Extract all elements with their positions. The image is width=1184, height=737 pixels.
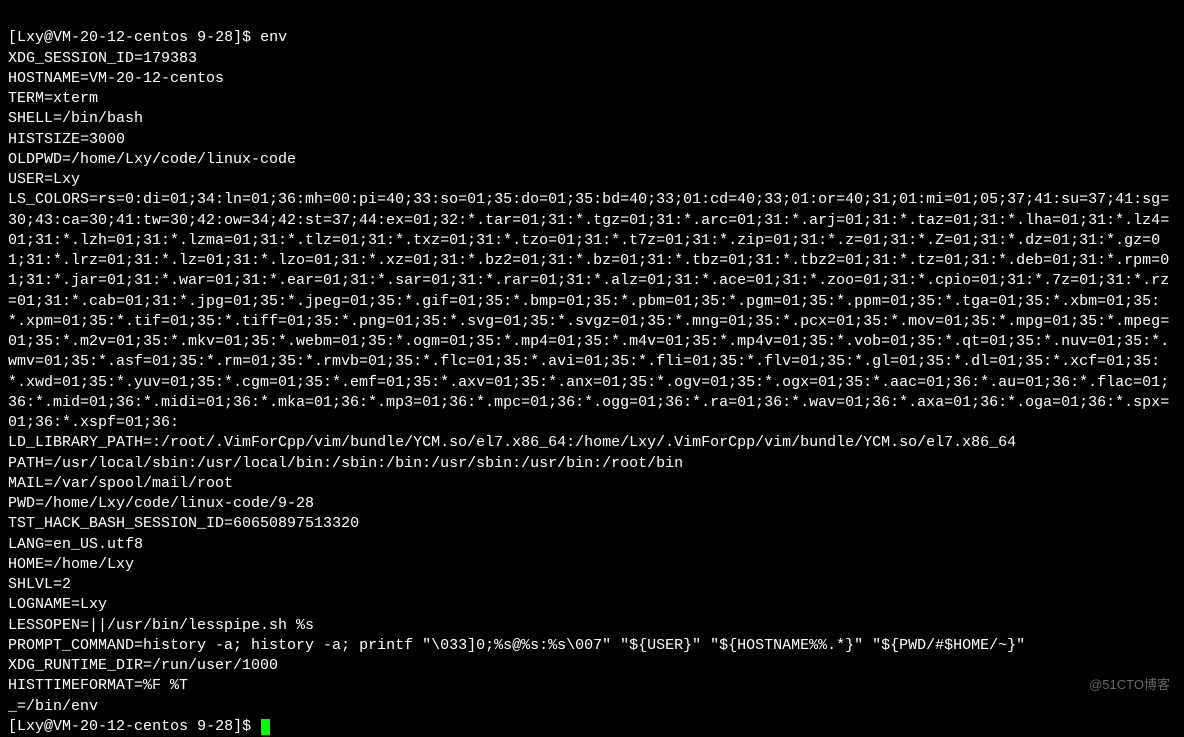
terminal-output[interactable]: [Lxy@VM-20-12-centos 9-28]$ env XDG_SESS…: [8, 8, 1176, 737]
env-var: HOSTNAME=VM-20-12-centos: [8, 69, 1176, 89]
env-var: _=/bin/env: [8, 697, 1176, 717]
env-var: LESSOPEN=||/usr/bin/lesspipe.sh %s: [8, 616, 1176, 636]
command-input: env: [260, 29, 287, 46]
env-var: LOGNAME=Lxy: [8, 595, 1176, 615]
env-var: HISTSIZE=3000: [8, 130, 1176, 150]
env-var: TERM=xterm: [8, 89, 1176, 109]
env-var: PWD=/home/Lxy/code/linux-code/9-28: [8, 494, 1176, 514]
env-var: XDG_SESSION_ID=179383: [8, 49, 1176, 69]
env-var: USER=Lxy: [8, 170, 1176, 190]
env-var: XDG_RUNTIME_DIR=/run/user/1000: [8, 656, 1176, 676]
env-var: LS_COLORS=rs=0:di=01;34:ln=01;36:mh=00:p…: [8, 190, 1176, 433]
prompt-line-1: [Lxy@VM-20-12-centos 9-28]$ env: [8, 29, 287, 46]
watermark-text: @51CTO博客: [1089, 676, 1170, 694]
env-var: SHELL=/bin/bash: [8, 109, 1176, 129]
env-var: TST_HACK_BASH_SESSION_ID=60650897513320: [8, 514, 1176, 534]
env-var: PROMPT_COMMAND=history -a; history -a; p…: [8, 636, 1176, 656]
env-var: PATH=/usr/local/sbin:/usr/local/bin:/sbi…: [8, 454, 1176, 474]
env-var: HOME=/home/Lxy: [8, 555, 1176, 575]
cursor-icon: [261, 719, 270, 735]
env-var: MAIL=/var/spool/mail/root: [8, 474, 1176, 494]
env-var: LANG=en_US.utf8: [8, 535, 1176, 555]
env-var: OLDPWD=/home/Lxy/code/linux-code: [8, 150, 1176, 170]
env-var: LD_LIBRARY_PATH=:/root/.VimForCpp/vim/bu…: [8, 433, 1176, 453]
env-var: HISTTIMEFORMAT=%F %T: [8, 676, 1176, 696]
prompt-line-2: [Lxy@VM-20-12-centos 9-28]$: [8, 718, 270, 735]
env-var: SHLVL=2: [8, 575, 1176, 595]
